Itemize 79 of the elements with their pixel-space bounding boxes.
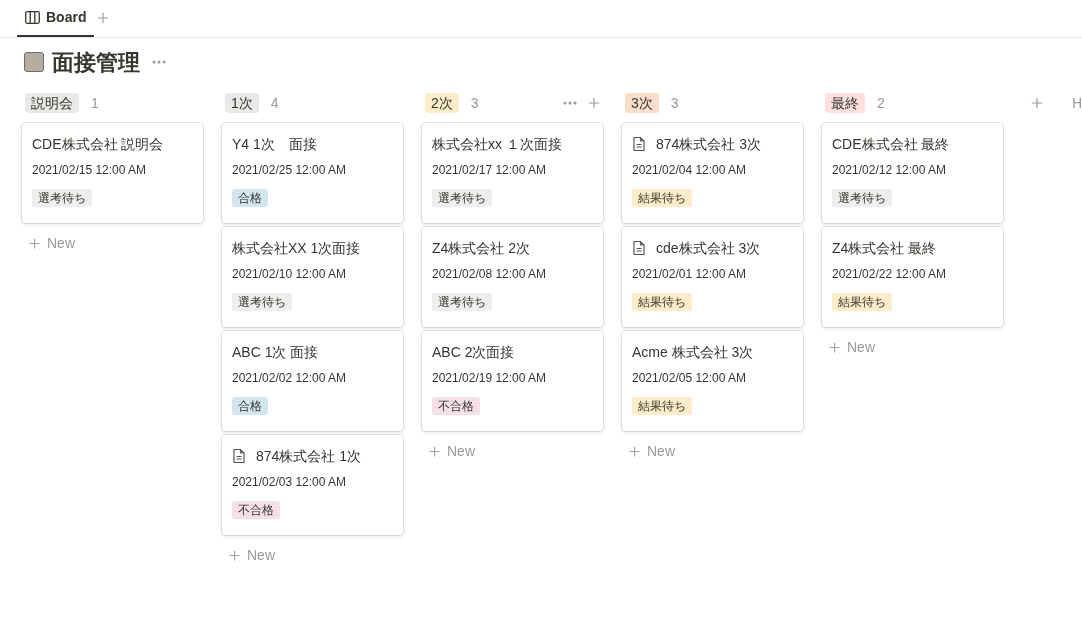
status-tag: 結果待ち bbox=[632, 397, 692, 415]
status-tag: 不合格 bbox=[232, 501, 280, 519]
card-title: CDE株式会社 最終 bbox=[832, 134, 950, 154]
board-card[interactable]: 874株式会社 1次 2021/02/03 12:00 AM 不合格 bbox=[222, 435, 403, 535]
group-label: 3次 bbox=[625, 93, 659, 113]
card-title: ABC 2次面接 bbox=[432, 342, 515, 362]
status-tag: 結果待ち bbox=[632, 189, 692, 207]
more-icon[interactable] bbox=[563, 101, 577, 105]
card-date: 2021/02/03 12:00 AM bbox=[232, 474, 348, 489]
status-tag: 不合格 bbox=[432, 397, 480, 415]
document-icon bbox=[632, 136, 646, 152]
page-title: 面接管理 bbox=[52, 48, 140, 77]
board-card[interactable]: ABC 2次面接 2021/02/19 12:00 AM 不合格 bbox=[422, 331, 603, 431]
card-title: Acme 株式会社 3次 bbox=[632, 342, 754, 362]
card-date: 2021/02/02 12:00 AM bbox=[232, 370, 348, 385]
plus-icon bbox=[28, 236, 41, 250]
group-label: 2次 bbox=[425, 93, 459, 113]
status-tag: 結果待ち bbox=[832, 293, 892, 311]
status-tag: 選考待ち bbox=[432, 189, 492, 207]
group-count: 3 bbox=[670, 93, 679, 113]
card-date: 2021/02/25 12:00 AM bbox=[232, 162, 348, 177]
card-date: 2021/02/12 12:00 AM bbox=[832, 162, 948, 177]
board-card[interactable]: 株式会社xx １次面接 2021/02/17 12:00 AM 選考待ち bbox=[422, 123, 603, 223]
board-card[interactable]: Y4 1次 面接 2021/02/25 12:00 AM 合格 bbox=[222, 123, 403, 223]
group-label: 最終 bbox=[825, 93, 865, 113]
card-title: 株式会社XX 1次面接 bbox=[232, 238, 361, 258]
card-title: 株式会社xx １次面接 bbox=[432, 134, 562, 154]
plus-icon bbox=[628, 444, 641, 458]
board-card[interactable]: CDE株式会社 最終 2021/02/12 12:00 AM 選考待ち bbox=[822, 123, 1003, 223]
more-icon[interactable] bbox=[152, 60, 166, 64]
status-tag: 選考待ち bbox=[832, 189, 892, 207]
card-title: Z4株式会社 2次 bbox=[432, 238, 530, 258]
status-tag: 結果待ち bbox=[632, 293, 692, 311]
card-date: 2021/02/17 12:00 AM bbox=[432, 162, 548, 177]
card-date: 2021/02/19 12:00 AM bbox=[432, 370, 548, 385]
card-date: 2021/02/05 12:00 AM bbox=[632, 370, 748, 385]
group-count: 2 bbox=[877, 93, 885, 113]
add-group-icon[interactable] bbox=[1030, 96, 1044, 110]
status-tag: 合格 bbox=[232, 189, 268, 207]
status-tag: 選考待ち bbox=[32, 189, 92, 207]
group-count: 3 bbox=[470, 93, 479, 113]
board-icon bbox=[25, 10, 40, 24]
status-tag: 選考待ち bbox=[432, 293, 492, 311]
database-icon bbox=[24, 52, 44, 72]
plus-icon bbox=[428, 444, 441, 458]
board-card[interactable]: 874株式会社 3次 2021/02/04 12:00 AM 結果待ち bbox=[622, 123, 803, 223]
board-card[interactable]: 株式会社XX 1次面接 2021/02/10 12:00 AM 選考待ち bbox=[222, 227, 403, 327]
card-title: 874株式会社 1次 bbox=[256, 446, 362, 466]
add-view-icon[interactable] bbox=[96, 11, 111, 25]
document-icon bbox=[632, 240, 646, 256]
status-tag: 選考待ち bbox=[232, 293, 292, 311]
board-card[interactable]: ABC 1次 面接 2021/02/02 12:00 AM 合格 bbox=[222, 331, 403, 431]
group-label: 1次 bbox=[225, 93, 259, 113]
card-date: 2021/02/08 12:00 AM bbox=[432, 266, 548, 281]
status-tag: 合格 bbox=[232, 397, 268, 415]
card-date: 2021/02/10 12:00 AM bbox=[232, 266, 348, 281]
plus-icon bbox=[228, 548, 241, 562]
card-title: CDE株式会社 説明会 bbox=[32, 134, 164, 154]
board-card[interactable]: cde株式会社 3次 2021/02/01 12:00 AM 結果待ち bbox=[622, 227, 803, 327]
card-date: 2021/02/15 12:00 AM bbox=[32, 162, 148, 177]
card-title: Z4株式会社 最終 bbox=[832, 238, 937, 258]
card-title: 874株式会社 3次 bbox=[656, 134, 762, 154]
card-title: cde株式会社 3次 bbox=[656, 238, 761, 258]
card-title: Y4 1次 面接 bbox=[232, 134, 317, 154]
plus-icon bbox=[828, 340, 841, 354]
group-count: 4 bbox=[270, 93, 279, 113]
view-tab[interactable]: Board bbox=[17, 0, 95, 37]
document-icon bbox=[232, 448, 246, 464]
board-card[interactable]: Acme 株式会社 3次 2021/02/05 12:00 AM 結果待ち bbox=[622, 331, 803, 431]
board-card[interactable]: Z4株式会社 最終 2021/02/22 12:00 AM 結果待ち bbox=[822, 227, 1003, 327]
group-count: 1 bbox=[91, 93, 99, 113]
group-label: 説明会 bbox=[25, 93, 79, 113]
add-icon[interactable] bbox=[587, 96, 601, 110]
board-card[interactable]: CDE株式会社 説明会 2021/02/15 12:00 AM 選考待ち bbox=[22, 123, 203, 223]
card-date: 2021/02/22 12:00 AM bbox=[832, 266, 948, 281]
card-date: 2021/02/01 12:00 AM bbox=[632, 266, 748, 281]
board-card[interactable]: Z4株式会社 2次 2021/02/08 12:00 AM 選考待ち bbox=[422, 227, 603, 327]
card-title: ABC 1次 面接 bbox=[232, 342, 319, 362]
card-date: 2021/02/04 12:00 AM bbox=[632, 162, 748, 177]
